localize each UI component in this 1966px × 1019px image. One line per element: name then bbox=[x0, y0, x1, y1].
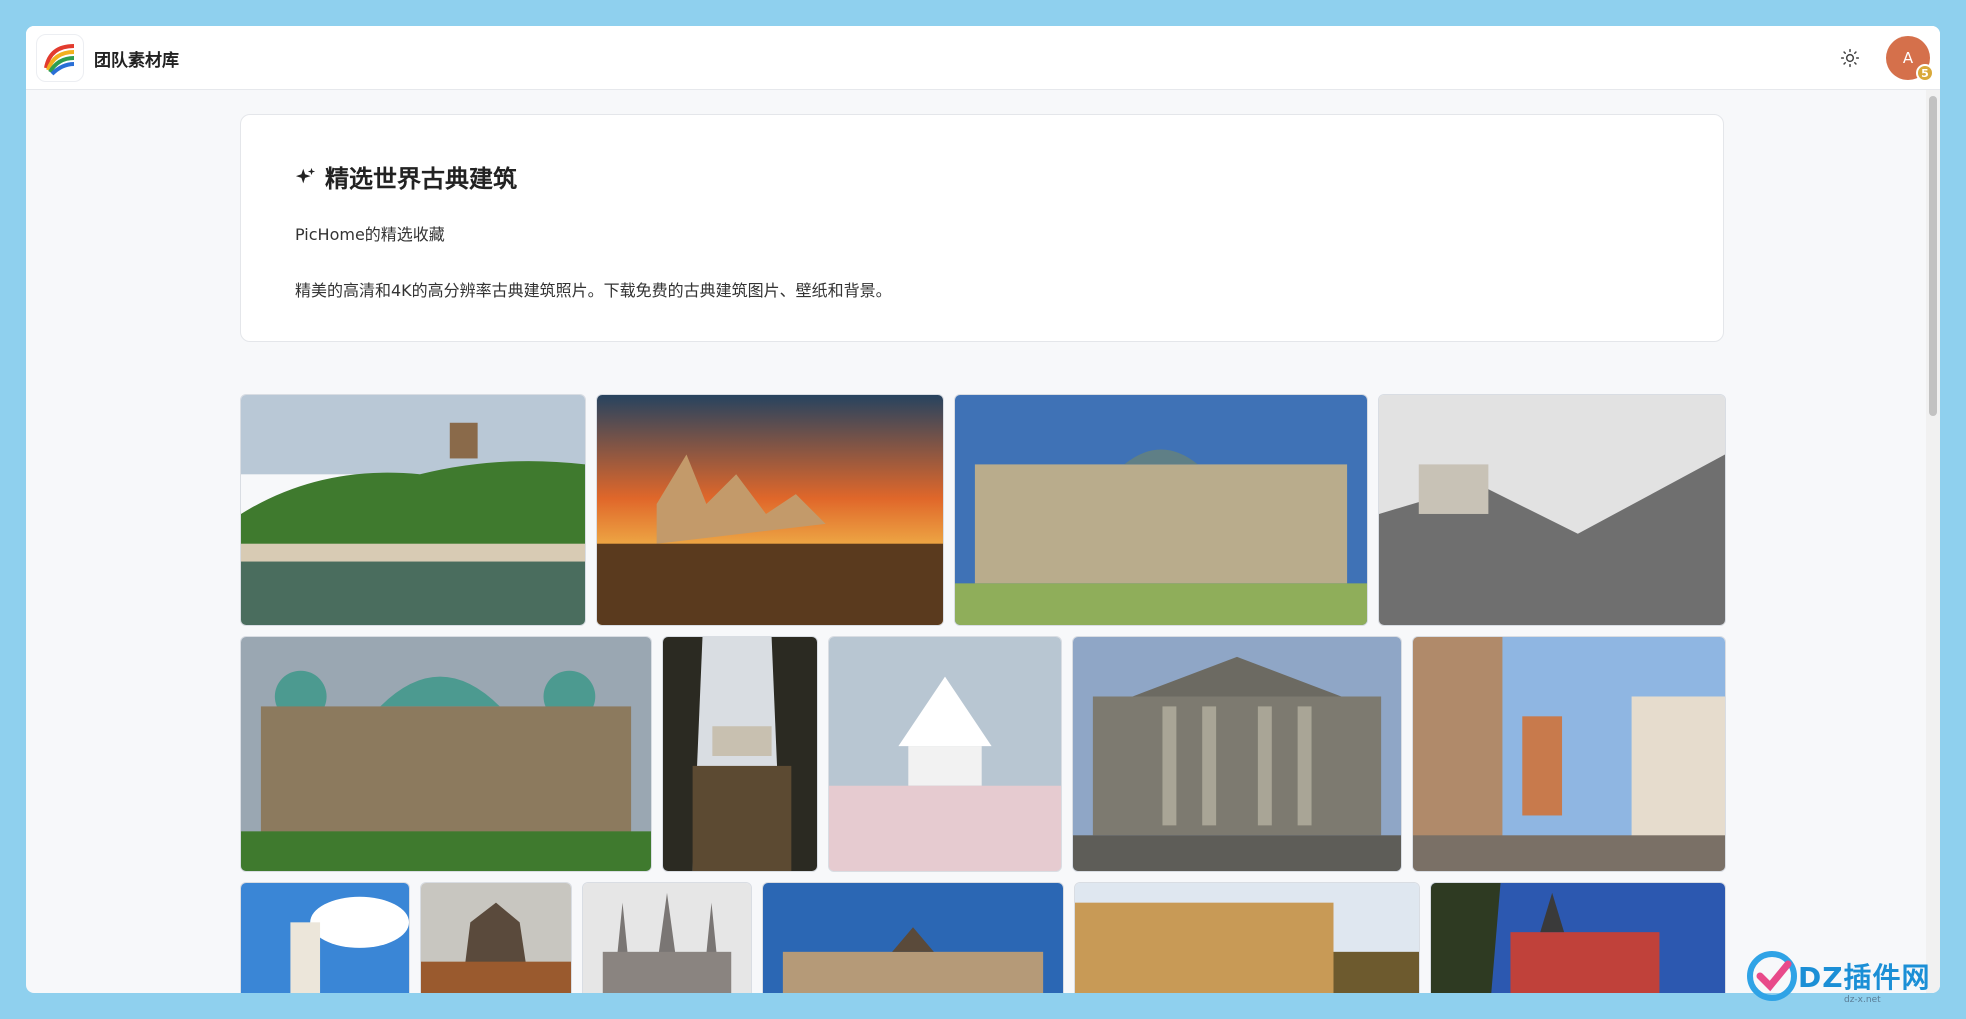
collection-title-text: 精选世界古典建筑 bbox=[325, 165, 517, 193]
avatar-letter: A bbox=[1902, 49, 1914, 67]
gallery-image-palace-blue-sky[interactable] bbox=[762, 882, 1064, 993]
app-logo[interactable] bbox=[36, 34, 84, 82]
app-window: 团队素材库 A 5 精选世界古典建筑 PicHome的精选收藏 精美的高清和4K… bbox=[26, 26, 1940, 993]
gallery-image-castle-sunset[interactable] bbox=[596, 394, 944, 626]
user-avatar[interactable]: A 5 bbox=[1886, 36, 1934, 82]
app-title: 团队素材库 bbox=[94, 51, 179, 71]
gallery-image-japanese-castle[interactable] bbox=[828, 636, 1062, 872]
gallery-image-berlin-cathedral[interactable] bbox=[240, 636, 652, 872]
gallery-image-reichstag-columns[interactable] bbox=[1072, 636, 1402, 872]
gallery-image-baroque-palace[interactable] bbox=[1074, 882, 1420, 993]
logo-icon bbox=[44, 44, 75, 76]
collection-description: 精美的高清和4K的高分辨率古典建筑照片。下载免费的古典建筑图片、壁纸和背景。 bbox=[295, 281, 892, 300]
sun-icon bbox=[1840, 48, 1860, 68]
page-scrollbar[interactable] bbox=[1926, 90, 1940, 993]
avatar-level-badge: 5 bbox=[1916, 64, 1934, 82]
gallery-image-castle-autumn[interactable] bbox=[420, 882, 572, 993]
collection-title: 精选世界古典建筑 bbox=[295, 159, 517, 194]
scrollbar-thumb[interactable] bbox=[1929, 96, 1937, 416]
gallery-image-castle-hill-river[interactable] bbox=[240, 394, 586, 626]
watermark-text: DZ插件网 bbox=[1798, 961, 1931, 994]
gallery-image-old-town-street[interactable] bbox=[1412, 636, 1726, 872]
site-watermark: DZ插件网 dz-x.net bbox=[1746, 943, 1946, 1009]
check-logo-icon bbox=[1747, 951, 1797, 1001]
gallery-image-snowy-castle[interactable] bbox=[1378, 394, 1726, 626]
gallery-image-gothic-cathedral[interactable] bbox=[582, 882, 752, 993]
sparkle-icon bbox=[295, 167, 316, 183]
top-bar: 团队素材库 A 5 bbox=[26, 26, 1940, 90]
gallery-image-red-tower-building[interactable] bbox=[1430, 882, 1726, 993]
gallery-image-reichstag-front[interactable] bbox=[954, 394, 1368, 626]
gallery-image-white-castle-clouds[interactable] bbox=[240, 882, 410, 993]
collection-header-card: 精选世界古典建筑 PicHome的精选收藏 精美的高清和4K的高分辨率古典建筑照… bbox=[240, 114, 1724, 342]
gallery-image-castle-forest[interactable] bbox=[662, 636, 818, 872]
theme-toggle-button[interactable] bbox=[1836, 44, 1864, 72]
watermark-url: dz-x.net bbox=[1844, 995, 1881, 1005]
collection-subtitle: PicHome的精选收藏 bbox=[295, 225, 445, 244]
image-gallery bbox=[240, 394, 1726, 993]
